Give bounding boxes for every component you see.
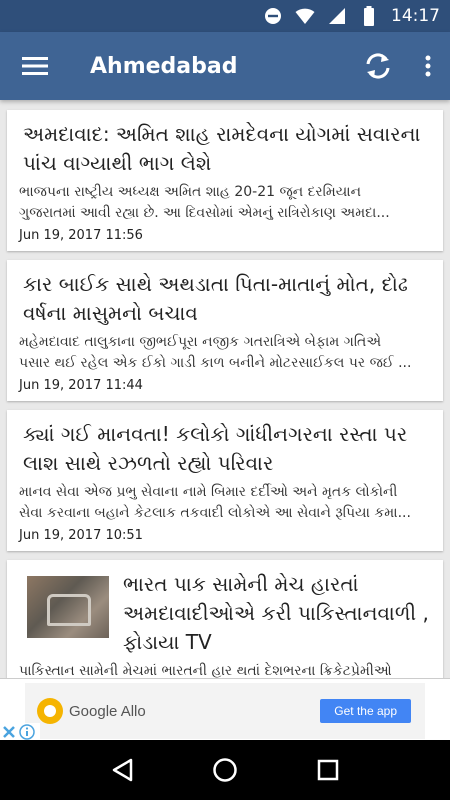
more-options-button[interactable]: [406, 32, 450, 100]
ad-brand: Google Allo: [69, 702, 146, 720]
news-summary: માનવ સેવા એજ પ્રભુ સેવાના નામે બિમાર દર્…: [19, 484, 411, 521]
news-headline: ક્યાં ગઈ માનવતા! કલોકો ગાંધીનગરના રસ્તા …: [23, 422, 408, 475]
news-date: Jun 19, 2017 11:56: [19, 228, 143, 243]
news-feed[interactable]: અમદાવાદ: અમિત શાહ રામદેવના યોગમાં સવારના…: [0, 100, 450, 678]
get-app-button[interactable]: Get the app: [320, 699, 411, 723]
back-icon: [112, 758, 132, 782]
news-headline: ભારત પાક સામેની મેચ હારતાં અમદાવાદીઓએ કર…: [123, 572, 429, 654]
more-vert-icon: [425, 55, 431, 77]
menu-button[interactable]: [0, 32, 70, 100]
news-headline: અમદાવાદ: અમિત શાહ રામદેવના યોગમાં સવારના…: [23, 122, 421, 175]
ad-banner[interactable]: Google Allo Get the app: [0, 678, 450, 741]
news-summary: પાકિસ્તાન સામેની મેચમાં ભારતની હાર થતાં …: [19, 663, 392, 678]
news-summary: ભાજપના રાષ્ટ્રીય અધ્યક્ષ અમિત શાહ 20-21 …: [19, 184, 390, 221]
clock: 14:17: [391, 6, 440, 26]
system-nav-bar: [0, 740, 450, 800]
status-bar: 14:17: [0, 0, 450, 32]
info-icon[interactable]: [18, 723, 36, 741]
recents-button[interactable]: [308, 750, 348, 790]
refresh-button[interactable]: [350, 32, 406, 100]
close-icon[interactable]: [0, 723, 18, 741]
news-summary: મહેમદાવાદ તાલુકાના જીભઈપૂરા નજીક ગતરાત્ર…: [19, 334, 412, 371]
news-date: Jun 19, 2017 10:51: [19, 528, 143, 543]
back-button[interactable]: [102, 750, 142, 790]
news-thumbnail: [27, 576, 109, 638]
home-icon: [213, 758, 237, 782]
ad-choices[interactable]: [0, 723, 40, 741]
battery-icon: [359, 6, 379, 26]
do-not-disturb-icon: [263, 6, 283, 26]
menu-icon: [22, 57, 48, 75]
news-card[interactable]: ભારત પાક સામેની મેચ હારતાં અમદાવાદીઓએ કર…: [7, 560, 443, 678]
news-card[interactable]: અમદાવાદ: અમિત શાહ રામદેવના યોગમાં સવારના…: [7, 110, 443, 251]
allo-logo-icon: [37, 698, 63, 724]
news-date: Jun 19, 2017 11:44: [19, 378, 143, 393]
wifi-icon: [295, 6, 315, 26]
news-card[interactable]: કાર બાઈક સાથે અથડાતા પિતા-માતાનું મોત, દ…: [7, 260, 443, 401]
signal-icon: [327, 6, 347, 26]
recents-icon: [318, 759, 339, 781]
page-title: Ahmedabad: [90, 53, 238, 79]
refresh-icon: [366, 53, 390, 79]
home-button[interactable]: [205, 750, 245, 790]
app-bar: Ahmedabad: [0, 32, 450, 100]
news-card[interactable]: ક્યાં ગઈ માનવતા! કલોકો ગાંધીનગરના રસ્તા …: [7, 410, 443, 551]
news-headline: કાર બાઈક સાથે અથડાતા પિતા-માતાનું મોત, દ…: [23, 272, 408, 325]
